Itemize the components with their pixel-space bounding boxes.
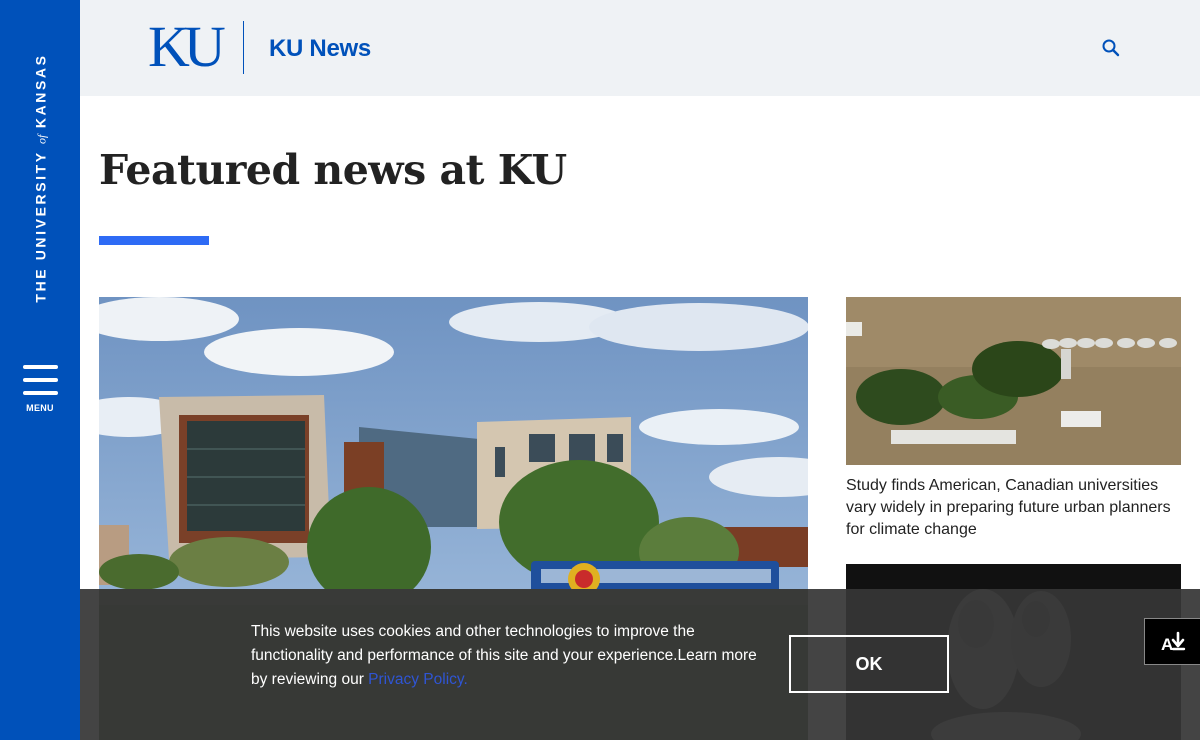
menu-button[interactable]: MENU xyxy=(20,364,60,416)
university-wordmark[interactable]: THE UNIVERSITY of KANSAS xyxy=(33,53,50,302)
wordmark-pre: THE UNIVERSITY xyxy=(32,150,49,303)
wordmark-post: KANSAS xyxy=(32,53,49,129)
search-icon xyxy=(1102,39,1120,57)
page-title: Featured news at KU xyxy=(99,146,567,194)
cookie-message: This website uses cookies and other tech… xyxy=(251,620,771,692)
wordmark-of: of xyxy=(34,134,49,144)
privacy-policy-link[interactable]: Privacy Policy. xyxy=(368,671,468,688)
title-accent-rule xyxy=(99,236,209,245)
accessibility-button[interactable]: A xyxy=(1144,618,1200,665)
search-button[interactable] xyxy=(1101,38,1121,58)
svg-text:A: A xyxy=(1161,635,1173,654)
flood-aerial-photo xyxy=(846,297,1181,465)
menu-label: MENU xyxy=(26,403,54,413)
cookie-banner: This website uses cookies and other tech… xyxy=(80,589,1200,740)
side-article-headline[interactable]: Study finds American, Canadian universit… xyxy=(846,475,1181,541)
left-rail: THE UNIVERSITY of KANSAS MENU xyxy=(0,0,80,740)
ku-logo[interactable]: KU xyxy=(148,18,226,76)
side-article-image[interactable] xyxy=(846,297,1181,465)
cookie-text: This website uses cookies and other tech… xyxy=(251,623,757,688)
site-name[interactable]: KU News xyxy=(269,35,371,63)
site-header: KU KU News xyxy=(80,0,1200,96)
accessibility-icon: A xyxy=(1161,631,1186,654)
logo-divider xyxy=(243,21,244,74)
cookie-ok-button[interactable]: OK xyxy=(789,635,949,693)
